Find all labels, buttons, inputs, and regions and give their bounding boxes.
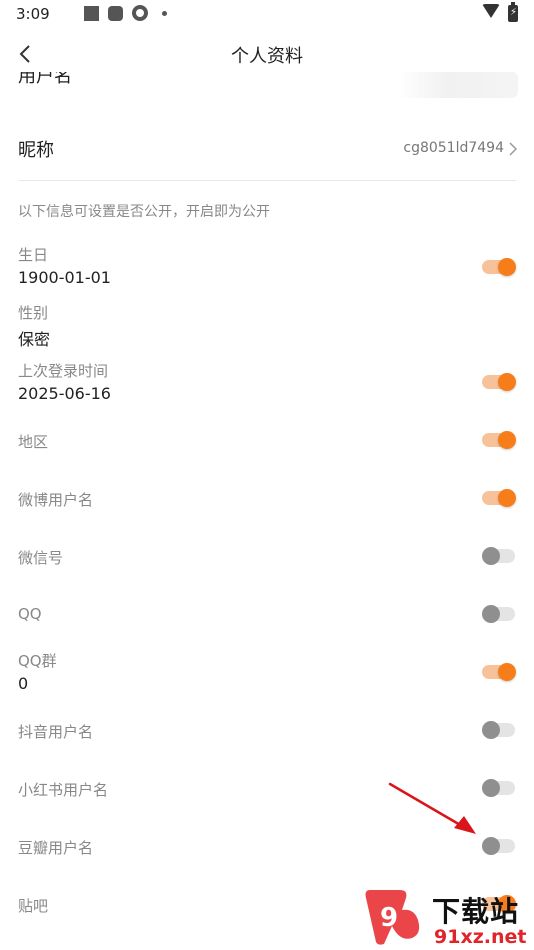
privacy-hint: 以下信息可设置是否公开，开启即为公开 [18, 204, 270, 220]
douban-toggle[interactable] [482, 835, 516, 857]
chevron-right-icon [509, 141, 518, 160]
rounded-square-icon [108, 6, 123, 21]
region-label: 地区 [18, 433, 49, 451]
douban-label: 豆瓣用户名 [18, 839, 94, 857]
status-time: 3:09 [16, 5, 50, 23]
nickname-label: 昵称 [18, 140, 54, 161]
header: 个人资料 [0, 30, 534, 78]
tieba-label: 贴吧 [18, 897, 49, 915]
watermark-text-top: 下载站 [432, 895, 520, 928]
birthday-label: 生日 [18, 246, 49, 264]
watermark-logo-icon: 9 [365, 890, 420, 945]
douyin-label: 抖音用户名 [18, 723, 94, 741]
last-login-label: 上次登录时间 [18, 362, 109, 380]
qq-group-toggle[interactable] [482, 661, 516, 683]
weibo-toggle[interactable] [482, 487, 516, 509]
qq-group-value: 0 [18, 674, 29, 693]
battery-icon: ⚡ [508, 2, 518, 22]
xiaohongshu-label: 小红书用户名 [18, 781, 109, 799]
username-row: 用户名 [0, 72, 534, 100]
username-label: 用户名 [18, 72, 72, 87]
divider [18, 180, 516, 181]
toggle-knob [498, 373, 516, 391]
page-title: 个人资料 [231, 46, 303, 67]
qq-label: QQ [18, 605, 42, 623]
gear-icon [132, 5, 148, 21]
birthday-value: 1900-01-01 [18, 268, 111, 287]
region-toggle[interactable] [482, 429, 516, 451]
nickname-row[interactable]: 昵称 cg8051ld7494 [0, 128, 534, 170]
square-icon [84, 6, 99, 21]
watermark-text-bottom: 91xz.net [434, 926, 527, 948]
weibo-label: 微博用户名 [18, 491, 94, 509]
toggle-knob [482, 547, 500, 565]
qq-toggle[interactable] [482, 603, 516, 625]
toggle-knob [482, 721, 500, 739]
wechat-toggle[interactable] [482, 545, 516, 567]
status-bar: 3:09 ⚡ [0, 0, 534, 28]
profile-screen: 3:09 ⚡ 个人资料 用户名 昵称 cg8051ld7494 以下信息可设置是… [0, 0, 534, 950]
qq-group-label: QQ群 [18, 652, 57, 670]
last-login-toggle[interactable] [482, 371, 516, 393]
douyin-toggle[interactable] [482, 719, 516, 741]
nickname-value: cg8051ld7494 [403, 140, 504, 156]
svg-text:9: 9 [380, 903, 398, 933]
birthday-toggle[interactable] [482, 256, 516, 278]
watermark: 9 下载站 91xz.net [362, 880, 534, 950]
xiaohongshu-toggle[interactable] [482, 777, 516, 799]
dot-icon [162, 11, 167, 16]
wechat-label: 微信号 [18, 549, 64, 567]
gender-label: 性别 [18, 304, 49, 322]
last-login-value: 2025-06-16 [18, 384, 111, 403]
toggle-knob [482, 605, 500, 623]
wifi-icon [482, 4, 500, 18]
annotation-arrow-icon [388, 782, 476, 834]
toggle-knob [498, 663, 516, 681]
toggle-knob [498, 258, 516, 276]
username-value-blurred [398, 72, 518, 98]
toggle-knob [498, 431, 516, 449]
gender-value: 保密 [18, 330, 51, 349]
toggle-knob [498, 489, 516, 507]
